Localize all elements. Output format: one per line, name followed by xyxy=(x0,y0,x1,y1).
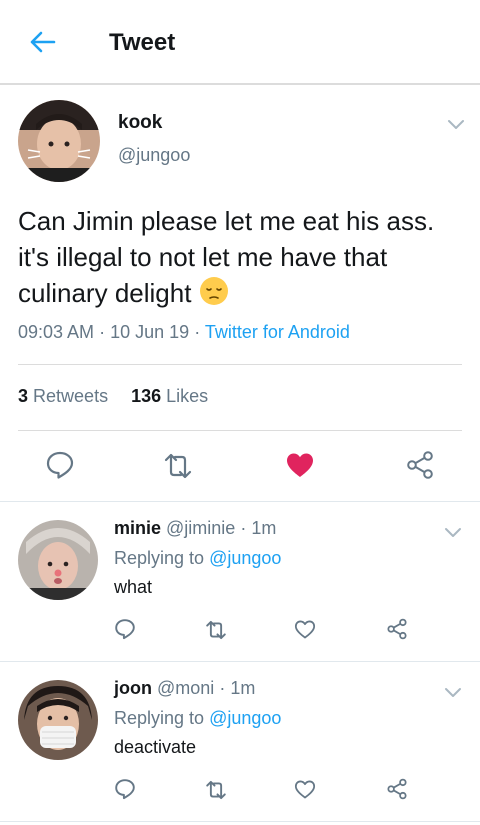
likes-stat[interactable]: 136 Likes xyxy=(131,386,208,406)
like-count: 136 xyxy=(131,386,162,406)
replying-prefix: Replying to xyxy=(114,548,205,568)
tweet-time: 09:03 AM xyxy=(18,322,95,342)
separator: · xyxy=(99,322,106,342)
divider xyxy=(0,501,480,502)
heart-icon[interactable] xyxy=(294,779,316,800)
replying-mention[interactable]: @jungoo xyxy=(209,548,281,568)
retweet-icon[interactable] xyxy=(204,779,228,801)
reply-avatar[interactable] xyxy=(18,520,98,600)
reply-icon[interactable] xyxy=(114,778,136,800)
replying-mention[interactable]: @jungoo xyxy=(209,708,281,728)
chevron-down-icon[interactable] xyxy=(444,686,462,698)
reply-text: deactivate xyxy=(114,737,197,757)
share-icon[interactable] xyxy=(386,618,408,640)
separator: · xyxy=(240,518,247,538)
like-label: Likes xyxy=(166,386,209,406)
heart-icon[interactable] xyxy=(294,619,316,640)
author-name[interactable]: kook xyxy=(118,112,162,134)
reply-header: minie @jiminie · 1m xyxy=(114,518,276,539)
top-bar: Tweet xyxy=(0,0,480,85)
divider xyxy=(18,364,462,365)
divider xyxy=(0,821,480,822)
reply-time: 1m xyxy=(251,518,277,538)
reply-author-handle[interactable]: @jiminie xyxy=(166,518,235,538)
retweets-stat[interactable]: 3 Retweets xyxy=(18,386,108,406)
retweet-count: 3 xyxy=(18,386,29,406)
tweet-stats: 3 Retweets 136 Likes xyxy=(18,386,208,407)
divider xyxy=(0,661,480,662)
separator: · xyxy=(194,322,201,342)
chevron-down-icon[interactable] xyxy=(444,526,462,538)
heart-icon[interactable] xyxy=(285,451,315,479)
tweet-meta: 09:03 AM · 10 Jun 19 · Twitter for Andro… xyxy=(18,322,350,343)
replying-to: Replying to @jungoo xyxy=(114,548,281,569)
retweet-icon[interactable] xyxy=(162,451,194,481)
share-icon[interactable] xyxy=(386,778,408,800)
reply-avatar[interactable] xyxy=(18,680,98,760)
reply-text: what xyxy=(114,577,153,597)
retweet-icon[interactable] xyxy=(204,619,228,641)
reply-header: joon @moni · 1m xyxy=(114,678,255,699)
pensive-face-icon xyxy=(199,277,228,305)
page-title: Tweet xyxy=(109,29,176,56)
author-avatar[interactable] xyxy=(18,100,100,182)
replying-to: Replying to @jungoo xyxy=(114,708,281,729)
reply-author-handle[interactable]: @moni xyxy=(157,678,214,698)
replying-prefix: Replying to xyxy=(114,708,205,728)
retweet-label: Retweets xyxy=(33,386,109,406)
share-icon[interactable] xyxy=(405,450,435,480)
divider xyxy=(18,430,462,431)
reply-author-name[interactable]: minie xyxy=(114,518,161,538)
reply-icon[interactable] xyxy=(114,618,136,640)
chevron-down-icon[interactable] xyxy=(447,118,465,130)
back-arrow-icon[interactable] xyxy=(28,30,56,54)
reply-time: 1m xyxy=(230,678,256,698)
reply-author-name[interactable]: joon xyxy=(114,678,152,698)
reply-icon[interactable] xyxy=(45,450,75,480)
tweet-text: Can Jimin please let me eat his ass. it'… xyxy=(18,203,468,311)
separator: · xyxy=(219,678,226,698)
tweet-source-link[interactable]: Twitter for Android xyxy=(205,322,350,342)
author-handle[interactable]: @jungoo xyxy=(118,145,190,166)
tweet-date: 10 Jun 19 xyxy=(110,322,190,342)
